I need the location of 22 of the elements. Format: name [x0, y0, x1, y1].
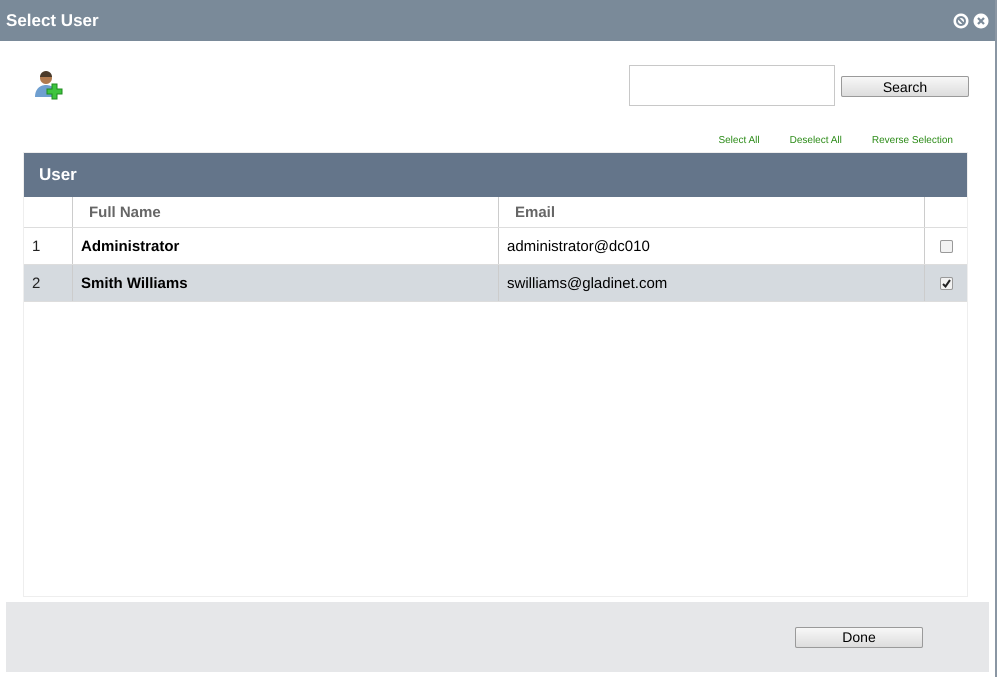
add-user-icon[interactable]	[33, 69, 65, 101]
email-cell: administrator@dc010	[499, 228, 925, 264]
restore-icon[interactable]	[953, 12, 969, 28]
row-checkbox[interactable]	[940, 240, 952, 252]
grid-title: User	[39, 165, 77, 185]
column-header[interactable]: Full Name	[73, 197, 499, 227]
selection-link[interactable]: Reverse Selection	[872, 135, 953, 146]
row-number: 1	[24, 228, 73, 264]
name-cell: Smith Williams	[73, 265, 499, 301]
row-number: 2	[24, 265, 73, 301]
search-button[interactable]: Search	[841, 76, 969, 97]
selection-link[interactable]: Select All	[718, 135, 760, 146]
close-icon[interactable]	[973, 12, 989, 28]
row-checkbox[interactable]	[940, 276, 952, 290]
search-field[interactable]	[629, 65, 835, 106]
email-cell: swilliams@gladinet.com	[499, 265, 925, 301]
done-button[interactable]: Done	[795, 626, 923, 648]
selection-link[interactable]: Deselect All	[790, 135, 842, 146]
user-row[interactable]: 2 Smith Williams swilliams@gladinet.com	[24, 265, 967, 302]
column-header[interactable]: Email	[499, 197, 925, 227]
name-cell: Administrator	[73, 228, 499, 264]
window-title: Select User	[6, 10, 99, 30]
